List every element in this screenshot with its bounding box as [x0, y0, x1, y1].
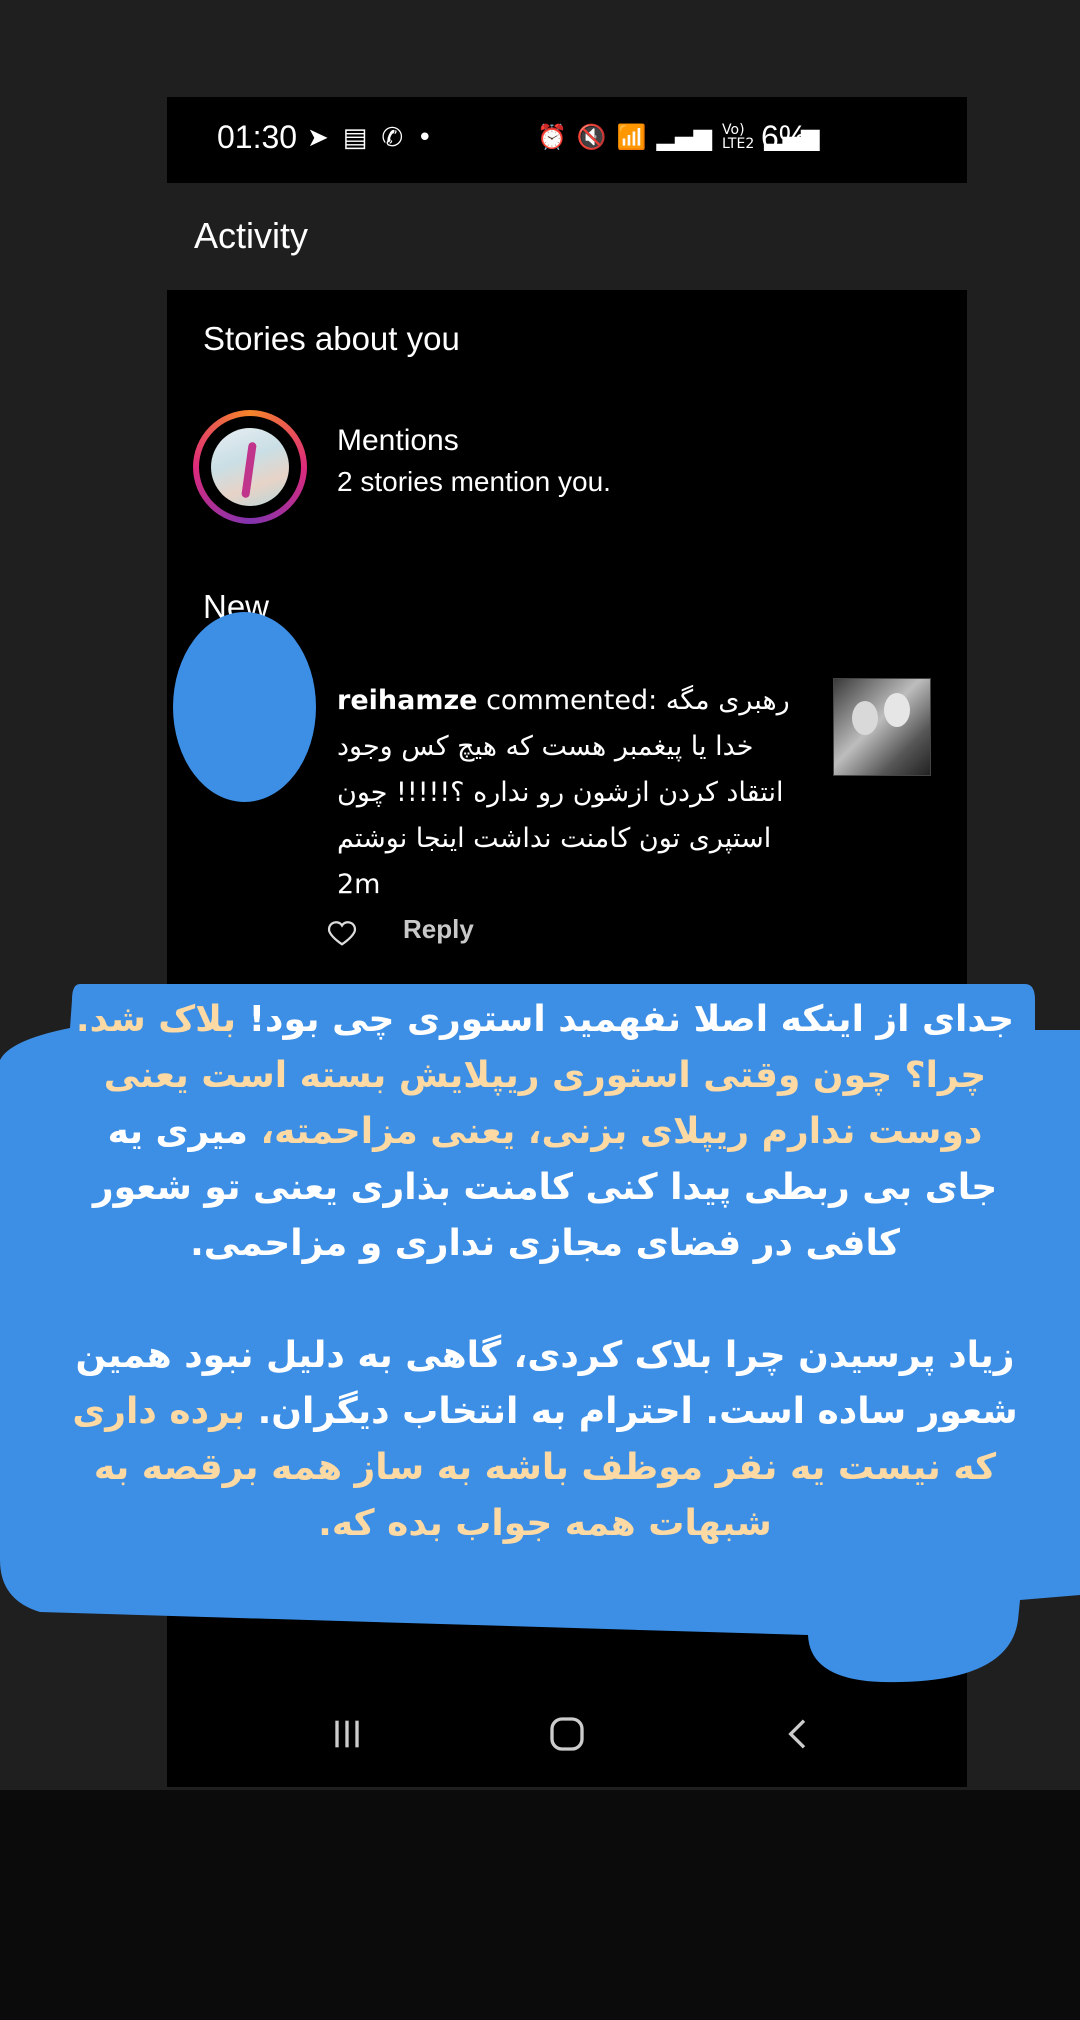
caption-paragraph-2: زیاد پرسیدن چرا بلاک کردی، گاهی به دلیل …: [70, 1328, 1020, 1552]
page-title: Activity: [194, 215, 309, 256]
reply-button[interactable]: Reply: [403, 914, 474, 945]
system-home-icon[interactable]: [547, 1714, 587, 1754]
status-left-icons: ➤ ▤ ✆ •: [307, 123, 433, 153]
caption-text: جدای از اینکه اصلا نفهمید استوری چی بود!: [248, 999, 1015, 1040]
battery-level: 6%▮: [761, 119, 821, 155]
comment-line-3: انتقاد کردن ازشون رو نداره ؟!!!!! چون: [337, 777, 784, 808]
comment-line-4: استپری تون کامنت نداشت اینجا نوشتم: [337, 823, 772, 854]
comment-action: commented:: [486, 685, 658, 716]
recent-apps-icon[interactable]: [327, 1714, 367, 1754]
comment-username[interactable]: reihamze: [337, 685, 477, 716]
mentions-title: Mentions: [337, 424, 459, 457]
telegram-icon: ➤: [307, 123, 329, 153]
background-bottom: [0, 1790, 1080, 2020]
missed-call-icon: ✆: [381, 123, 404, 153]
avatar-blur-scribble: [173, 612, 316, 802]
section-title-stories: Stories about you: [203, 320, 460, 357]
system-navigation-bar: [167, 1682, 967, 1787]
overlay-caption: جدای از اینکه اصلا نفهمید استوری چی بود!…: [70, 992, 1020, 1552]
mute-icon: 🔇: [576, 123, 607, 151]
thumbnail-stroke: [241, 441, 257, 499]
comment-time: 2m: [337, 869, 381, 900]
post-thumbnail[interactable]: [833, 678, 931, 776]
thumbnail-face: [884, 693, 910, 727]
back-icon[interactable]: [779, 1714, 819, 1754]
dot-icon: •: [417, 123, 433, 153]
caption-paragraph-1: جدای از اینکه اصلا نفهمید استوری چی بود!…: [70, 992, 1020, 1272]
mentions-subtitle: 2 stories mention you.: [337, 466, 611, 497]
comment-line-1: رهبری مگه: [665, 685, 790, 716]
status-bar: 01:30 ➤ ▤ ✆ • ⏰ 🔇 📶 ▂▄▆ Vo) LTE2 ▂▄▆ 6%▮: [167, 97, 967, 183]
comment-line-2: خدا یا پیغمبر هست که هیچ کس وجود: [337, 731, 754, 762]
battery-icon: ▮: [807, 127, 821, 154]
mentions-avatar[interactable]: [193, 410, 307, 524]
avatar-ring-inner: [199, 416, 301, 518]
status-time: 01:30: [217, 119, 298, 155]
calendar-icon: ▤: [342, 123, 368, 153]
thumbnail-face: [852, 701, 878, 735]
signal-icon: ▂▄▆: [656, 123, 713, 151]
caption-highlight: بلاک شد.: [75, 999, 237, 1040]
alarm-icon: ⏰: [537, 123, 567, 151]
wifi-icon: 📶: [616, 123, 647, 151]
like-heart-icon[interactable]: [327, 918, 357, 948]
story-thumbnail: [211, 428, 289, 506]
volte-icon: Vo) LTE2: [722, 122, 755, 152]
comment-text[interactable]: reihamze commented: رهبری مگه خدا یا پیغ…: [337, 678, 807, 908]
